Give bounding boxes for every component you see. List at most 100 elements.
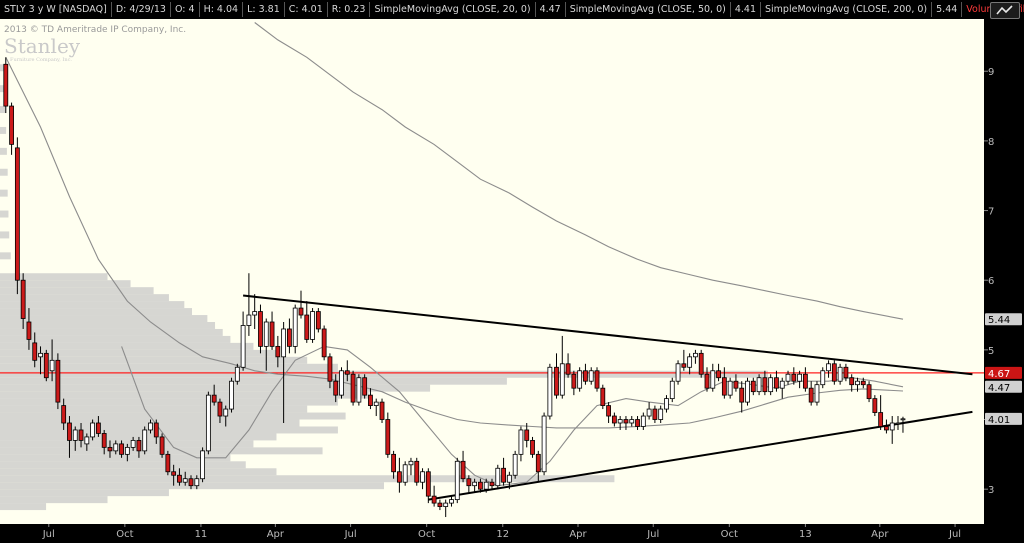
candle-body [113,443,119,452]
y-tick-label: 8 [988,137,994,148]
candle-body [774,377,779,389]
candle-body [136,440,142,452]
x-tick-label: Jul [646,529,659,540]
candle-body [396,471,402,483]
candle-body [583,370,588,382]
candle-body [408,460,414,466]
candle [200,447,205,483]
candle-body [171,471,177,476]
y-tick-label: 3 [988,485,994,496]
candle-body [617,419,623,424]
candle-body [78,429,84,441]
candle [600,384,606,410]
candle [292,304,298,354]
candle [745,377,750,406]
volume-profile-bar [0,189,8,197]
stanley-logo-text: Stanley [4,34,81,58]
candle [258,304,263,354]
candle-body [373,401,379,406]
y-tick-label: 6 [988,276,994,287]
candle-body [153,422,159,438]
candle-body [675,363,681,382]
x-tick-label: 11 [195,529,208,540]
candle-body [704,373,710,389]
candle [454,457,460,504]
candle-body [565,363,571,375]
candle [837,363,843,385]
candle [866,381,872,403]
x-tick-label: Oct [116,529,133,540]
candle [512,450,518,479]
candle-body [188,478,194,487]
candle-body [310,311,315,340]
candle-body [263,321,269,347]
candle-body [855,380,860,386]
candle-body [142,429,148,452]
candle [356,374,362,406]
candle-body [200,450,205,480]
candle-body [559,363,565,396]
price-label-5.44: 5.44 [985,313,1022,326]
price-label-4.01: 4.01 [985,412,1022,426]
x-tick-label: Oct [721,529,738,540]
candle [379,398,385,423]
candle [675,360,681,385]
candle-body [681,363,687,368]
candle-body [460,460,466,480]
candle-body [889,422,895,431]
candle-body [304,314,310,340]
candle-body [541,415,547,473]
candle-body [55,359,61,403]
candle-body [356,377,362,403]
candle-body [535,453,541,473]
candle-body [194,478,200,487]
volume-profile-bar [0,468,277,476]
candle-body [402,464,408,483]
candle [229,377,234,413]
candle-body [600,387,606,406]
candle-body [14,147,20,281]
candle [205,391,211,455]
candle-body [38,352,43,358]
candle [820,367,826,389]
price-label-4.67: 4.67 [985,366,1022,380]
candle-body [443,502,449,507]
candle-body [252,311,258,316]
candle [362,374,368,399]
candle-body [368,394,373,406]
volume-profile-bar [0,342,254,350]
candle [43,349,49,382]
candle-body [96,422,101,434]
candle-body [872,398,878,413]
candle-body [182,478,188,483]
candle-body [32,342,38,361]
candle-body [652,408,658,420]
candle-body [524,429,530,441]
candle [234,363,240,385]
candle [768,374,774,396]
volume-profile-bar [0,147,7,155]
candle-body [687,356,693,368]
candle-body [72,429,78,441]
volume-profile-bar [0,377,507,385]
candle-body [831,363,837,382]
price-label-text: 4.67 [988,369,1010,380]
candle [872,395,878,417]
price-chart[interactable]: 2013 © TD Ameritrade IP Company, Inc.Sta… [0,0,1024,543]
x-tick-label: Jul [42,529,55,540]
candle [547,363,553,420]
candle-body [669,380,675,400]
candle-body [900,418,906,421]
volume-profile-bar [0,315,208,322]
candle-body [90,422,96,438]
candle [698,349,704,378]
candle-body [67,422,72,441]
candle [315,308,321,333]
candle-body [344,370,350,375]
candle-body [629,419,635,424]
candle-body [425,471,431,497]
candle-body [518,429,524,455]
candle-body [606,405,611,417]
candle-body [26,321,32,340]
candle-body [814,384,820,403]
